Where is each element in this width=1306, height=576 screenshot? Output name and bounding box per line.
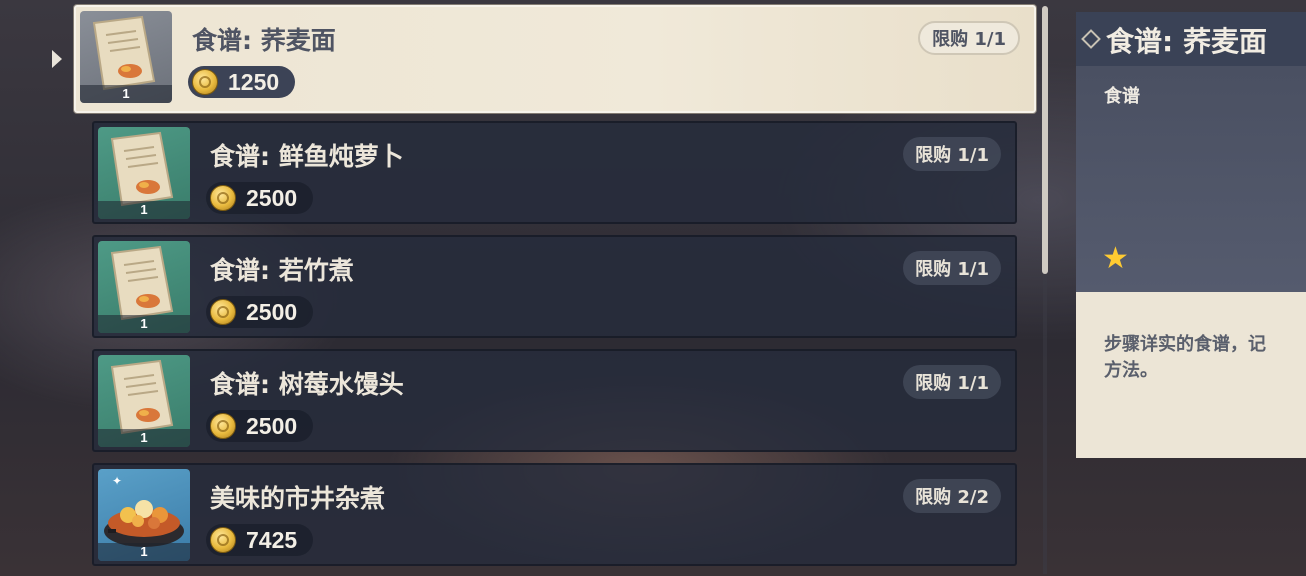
mora-coin-icon [210,185,236,211]
rarity-star-icon: ★ [1102,241,1129,276]
item-price: 2500 [206,182,314,214]
shop-item-row[interactable]: 1 食谱: 鲜鱼炖萝卜 2500 限购 1/1 [92,121,1017,224]
svg-text:✦: ✦ [112,474,122,488]
item-type-label: 食谱 [1104,86,1140,107]
detail-header: 食谱: 荞麦面 [1076,12,1306,66]
mora-coin-icon [210,527,236,553]
item-quantity: 1 [98,315,190,333]
scrollbar-thumb[interactable] [1042,6,1048,274]
item-title: 食谱: 若竹煮 [210,256,354,285]
purchase-limit-badge: 限购 1/1 [903,251,1001,285]
recipe-scroll-icon: 1 [98,127,190,219]
item-title: 食谱: 树莓水馒头 [210,370,404,399]
hotpot-dish-icon: ✦ 1 [98,469,190,561]
mora-coin-icon [192,69,218,95]
shop-item-row[interactable]: ✦ 1 美味的市井杂煮 7425 限购 2/2 [92,463,1017,566]
purchase-limit-badge: 限购 1/1 [903,365,1001,399]
item-quantity: 1 [98,543,190,561]
price-value: 1250 [228,68,280,95]
purchase-limit-badge: 限购 1/1 [903,137,1001,171]
item-price: 7425 [206,524,314,556]
price-value: 7425 [246,526,298,553]
item-title: 美味的市井杂煮 [210,484,386,513]
mora-coin-icon [210,413,236,439]
item-price: 1250 [188,66,296,98]
detail-title: 食谱: 荞麦面 [1106,25,1267,58]
item-quantity: 1 [98,429,190,447]
diamond-ornament-icon [1081,29,1101,49]
item-title: 食谱: 荞麦面 [192,26,336,55]
scrollbar-track[interactable] [1043,274,1047,574]
price-value: 2500 [246,298,298,325]
detail-body: 食谱 ★ [1076,66,1306,292]
item-description: 步骤详实的食谱，记 方法。 [1104,334,1266,381]
purchase-limit-badge: 限购 1/1 [918,21,1020,55]
item-price: 2500 [206,410,314,442]
item-price: 2500 [206,296,314,328]
shop-item-row[interactable]: 1 食谱: 若竹煮 2500 限购 1/1 [92,235,1017,338]
recipe-scroll-icon: 1 [80,11,172,103]
recipe-scroll-icon: 1 [98,241,190,333]
item-detail-panel: 食谱: 荞麦面 食谱 ★ 步骤详实的食谱，记 方法。 [1076,12,1306,458]
price-value: 2500 [246,184,298,211]
description-box: 步骤详实的食谱，记 方法。 [1076,292,1306,458]
price-value: 2500 [246,412,298,439]
shop-item-row[interactable]: 1 食谱: 树莓水馒头 2500 限购 1/1 [92,349,1017,452]
item-title: 食谱: 鲜鱼炖萝卜 [210,142,404,171]
shop-item-row[interactable]: 1 食谱: 荞麦面 1250 限购 1/1 [74,5,1036,113]
shop-item-list: 1 食谱: 荞麦面 1250 限购 1/1 1 食谱: 鲜鱼炖萝卜 2500 限… [0,0,1040,576]
purchase-limit-badge: 限购 2/2 [903,479,1001,513]
mora-coin-icon [210,299,236,325]
item-quantity: 1 [80,85,172,103]
recipe-scroll-icon: 1 [98,355,190,447]
item-quantity: 1 [98,201,190,219]
